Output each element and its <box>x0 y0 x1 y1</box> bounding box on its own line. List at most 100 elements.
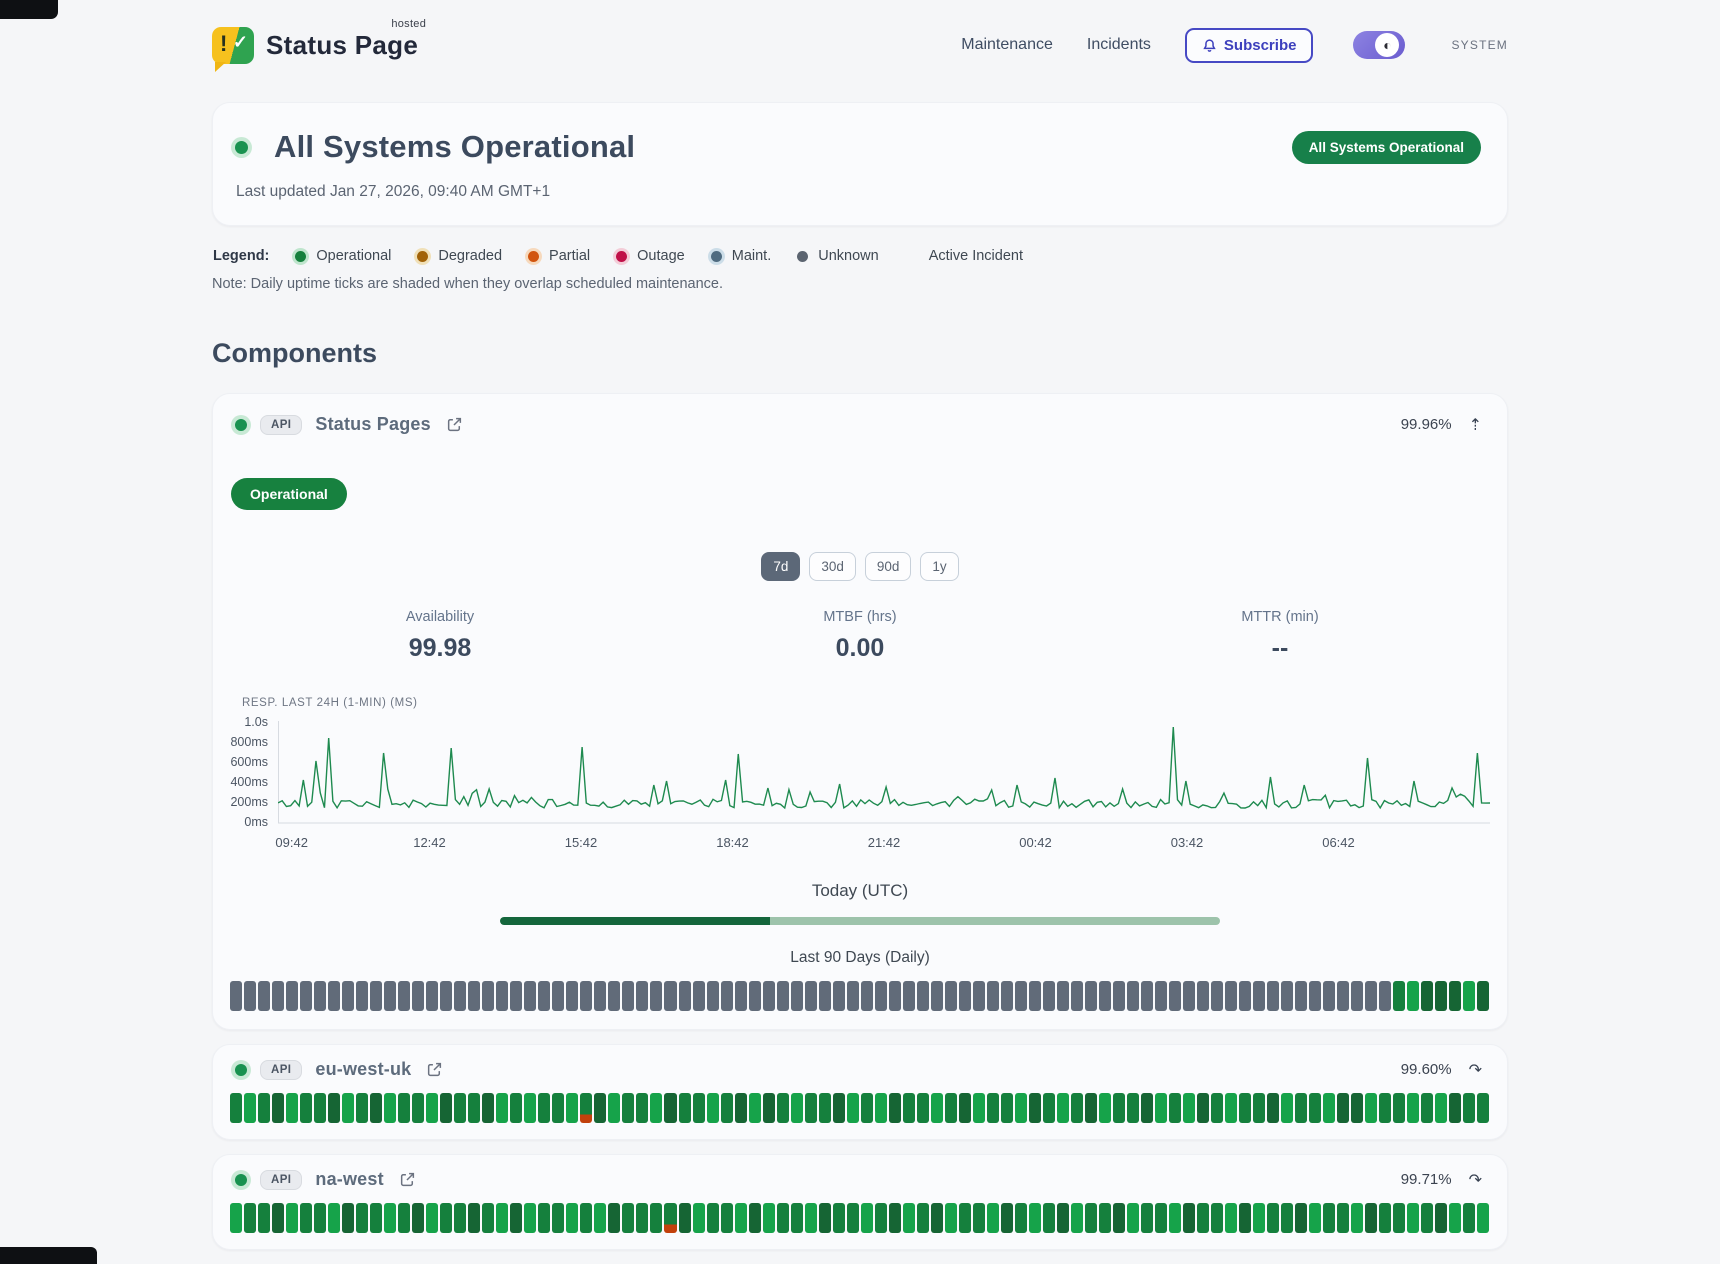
uptime-day-tick[interactable] <box>1393 1203 1405 1233</box>
uptime-day-tick[interactable] <box>763 1093 775 1123</box>
uptime-day-tick[interactable] <box>524 1203 536 1233</box>
uptime-day-tick[interactable] <box>763 981 775 1011</box>
uptime-day-tick[interactable] <box>1295 1203 1307 1233</box>
uptime-day-tick[interactable] <box>735 1203 747 1233</box>
uptime-day-tick[interactable] <box>763 1203 775 1233</box>
uptime-day-tick[interactable] <box>1239 1093 1251 1123</box>
uptime-day-tick[interactable] <box>384 1093 396 1123</box>
uptime-day-tick[interactable] <box>1379 1093 1391 1123</box>
uptime-day-tick[interactable] <box>482 1203 494 1233</box>
uptime-day-tick[interactable] <box>1379 981 1391 1011</box>
uptime-day-tick[interactable] <box>1099 1093 1111 1123</box>
uptime-day-tick[interactable] <box>973 1203 985 1233</box>
uptime-day-tick[interactable] <box>1127 1093 1139 1123</box>
uptime-day-tick[interactable] <box>370 1203 382 1233</box>
uptime-day-tick[interactable] <box>805 981 817 1011</box>
uptime-day-tick[interactable] <box>356 981 368 1011</box>
uptime-day-tick[interactable] <box>1127 1203 1139 1233</box>
uptime-day-tick[interactable] <box>244 1093 256 1123</box>
uptime-day-tick[interactable] <box>1337 1093 1349 1123</box>
uptime-day-tick[interactable] <box>440 1203 452 1233</box>
uptime-day-tick[interactable] <box>300 1203 312 1233</box>
uptime-day-tick[interactable] <box>524 1093 536 1123</box>
uptime-day-tick[interactable] <box>398 1093 410 1123</box>
uptime-day-tick[interactable] <box>1071 1203 1083 1233</box>
uptime-day-tick[interactable] <box>1477 981 1489 1011</box>
uptime-day-tick[interactable] <box>777 1093 789 1123</box>
external-link-icon[interactable] <box>426 1061 443 1078</box>
uptime-day-tick[interactable] <box>777 1203 789 1233</box>
uptime-day-tick[interactable] <box>945 1203 957 1233</box>
uptime-day-tick[interactable] <box>1001 1203 1013 1233</box>
uptime-day-tick[interactable] <box>496 981 508 1011</box>
uptime-day-tick[interactable] <box>749 981 761 1011</box>
uptime-day-tick[interactable] <box>426 981 438 1011</box>
uptime-day-tick[interactable] <box>230 1093 242 1123</box>
uptime-day-tick[interactable] <box>552 1203 564 1233</box>
uptime-ticks-na-west[interactable] <box>230 1203 1490 1233</box>
uptime-day-tick[interactable] <box>468 1093 480 1123</box>
uptime-day-tick[interactable] <box>861 1203 873 1233</box>
uptime-day-tick[interactable] <box>622 1203 634 1233</box>
uptime-day-tick[interactable] <box>1071 1093 1083 1123</box>
uptime-day-tick[interactable] <box>1001 1093 1013 1123</box>
uptime-day-tick[interactable] <box>791 981 803 1011</box>
uptime-day-tick[interactable] <box>1393 981 1405 1011</box>
uptime-day-tick[interactable] <box>819 981 831 1011</box>
uptime-day-tick[interactable] <box>468 981 480 1011</box>
uptime-day-tick[interactable] <box>538 1203 550 1233</box>
uptime-day-tick[interactable] <box>272 1203 284 1233</box>
uptime-day-tick[interactable] <box>1421 1093 1433 1123</box>
uptime-day-tick[interactable] <box>1365 981 1377 1011</box>
uptime-day-tick[interactable] <box>1309 1093 1321 1123</box>
uptime-day-tick[interactable] <box>1253 981 1265 1011</box>
uptime-day-tick[interactable] <box>1141 1203 1153 1233</box>
uptime-day-tick[interactable] <box>693 1093 705 1123</box>
uptime-day-tick[interactable] <box>594 981 606 1011</box>
external-link-icon[interactable] <box>399 1171 416 1188</box>
uptime-day-tick[interactable] <box>426 1093 438 1123</box>
uptime-day-tick[interactable] <box>1155 1093 1167 1123</box>
uptime-day-tick[interactable] <box>1169 981 1181 1011</box>
uptime-day-tick[interactable] <box>370 981 382 1011</box>
uptime-day-tick[interactable] <box>707 1093 719 1123</box>
uptime-day-tick[interactable] <box>650 1093 662 1123</box>
uptime-day-tick[interactable] <box>1127 981 1139 1011</box>
uptime-day-tick[interactable] <box>735 981 747 1011</box>
uptime-day-tick[interactable] <box>328 1093 340 1123</box>
uptime-day-tick[interactable] <box>1463 1093 1475 1123</box>
uptime-day-tick[interactable] <box>1099 1203 1111 1233</box>
uptime-day-tick[interactable] <box>510 981 522 1011</box>
uptime-day-tick[interactable] <box>693 1203 705 1233</box>
uptime-day-tick[interactable] <box>847 1093 859 1123</box>
uptime-day-tick[interactable] <box>454 1203 466 1233</box>
uptime-day-tick[interactable] <box>454 1093 466 1123</box>
uptime-day-tick[interactable] <box>594 1093 606 1123</box>
uptime-day-tick[interactable] <box>482 1093 494 1123</box>
uptime-day-tick[interactable] <box>384 981 396 1011</box>
uptime-day-tick[interactable] <box>1449 1093 1461 1123</box>
uptime-day-tick[interactable] <box>384 1203 396 1233</box>
uptime-day-tick[interactable] <box>342 981 354 1011</box>
uptime-day-tick[interactable] <box>1141 981 1153 1011</box>
uptime-day-tick[interactable] <box>580 981 592 1011</box>
uptime-day-tick[interactable] <box>1057 1203 1069 1233</box>
uptime-day-tick[interactable] <box>230 981 242 1011</box>
uptime-day-tick[interactable] <box>819 1093 831 1123</box>
uptime-day-tick[interactable] <box>342 1203 354 1233</box>
uptime-day-tick[interactable] <box>314 981 326 1011</box>
uptime-day-tick[interactable] <box>1183 1093 1195 1123</box>
uptime-day-tick[interactable] <box>1211 981 1223 1011</box>
uptime-day-tick[interactable] <box>1085 1093 1097 1123</box>
uptime-day-tick[interactable] <box>566 981 578 1011</box>
uptime-day-tick[interactable] <box>1281 981 1293 1011</box>
uptime-day-tick[interactable] <box>1351 981 1363 1011</box>
uptime-day-tick[interactable] <box>1015 981 1027 1011</box>
uptime-day-tick[interactable] <box>538 1093 550 1123</box>
uptime-day-tick[interactable] <box>819 1203 831 1233</box>
uptime-day-tick[interactable] <box>244 1203 256 1233</box>
uptime-day-tick[interactable] <box>1435 1093 1447 1123</box>
uptime-day-tick[interactable] <box>945 981 957 1011</box>
uptime-day-tick[interactable] <box>608 1203 620 1233</box>
uptime-day-tick[interactable] <box>987 981 999 1011</box>
